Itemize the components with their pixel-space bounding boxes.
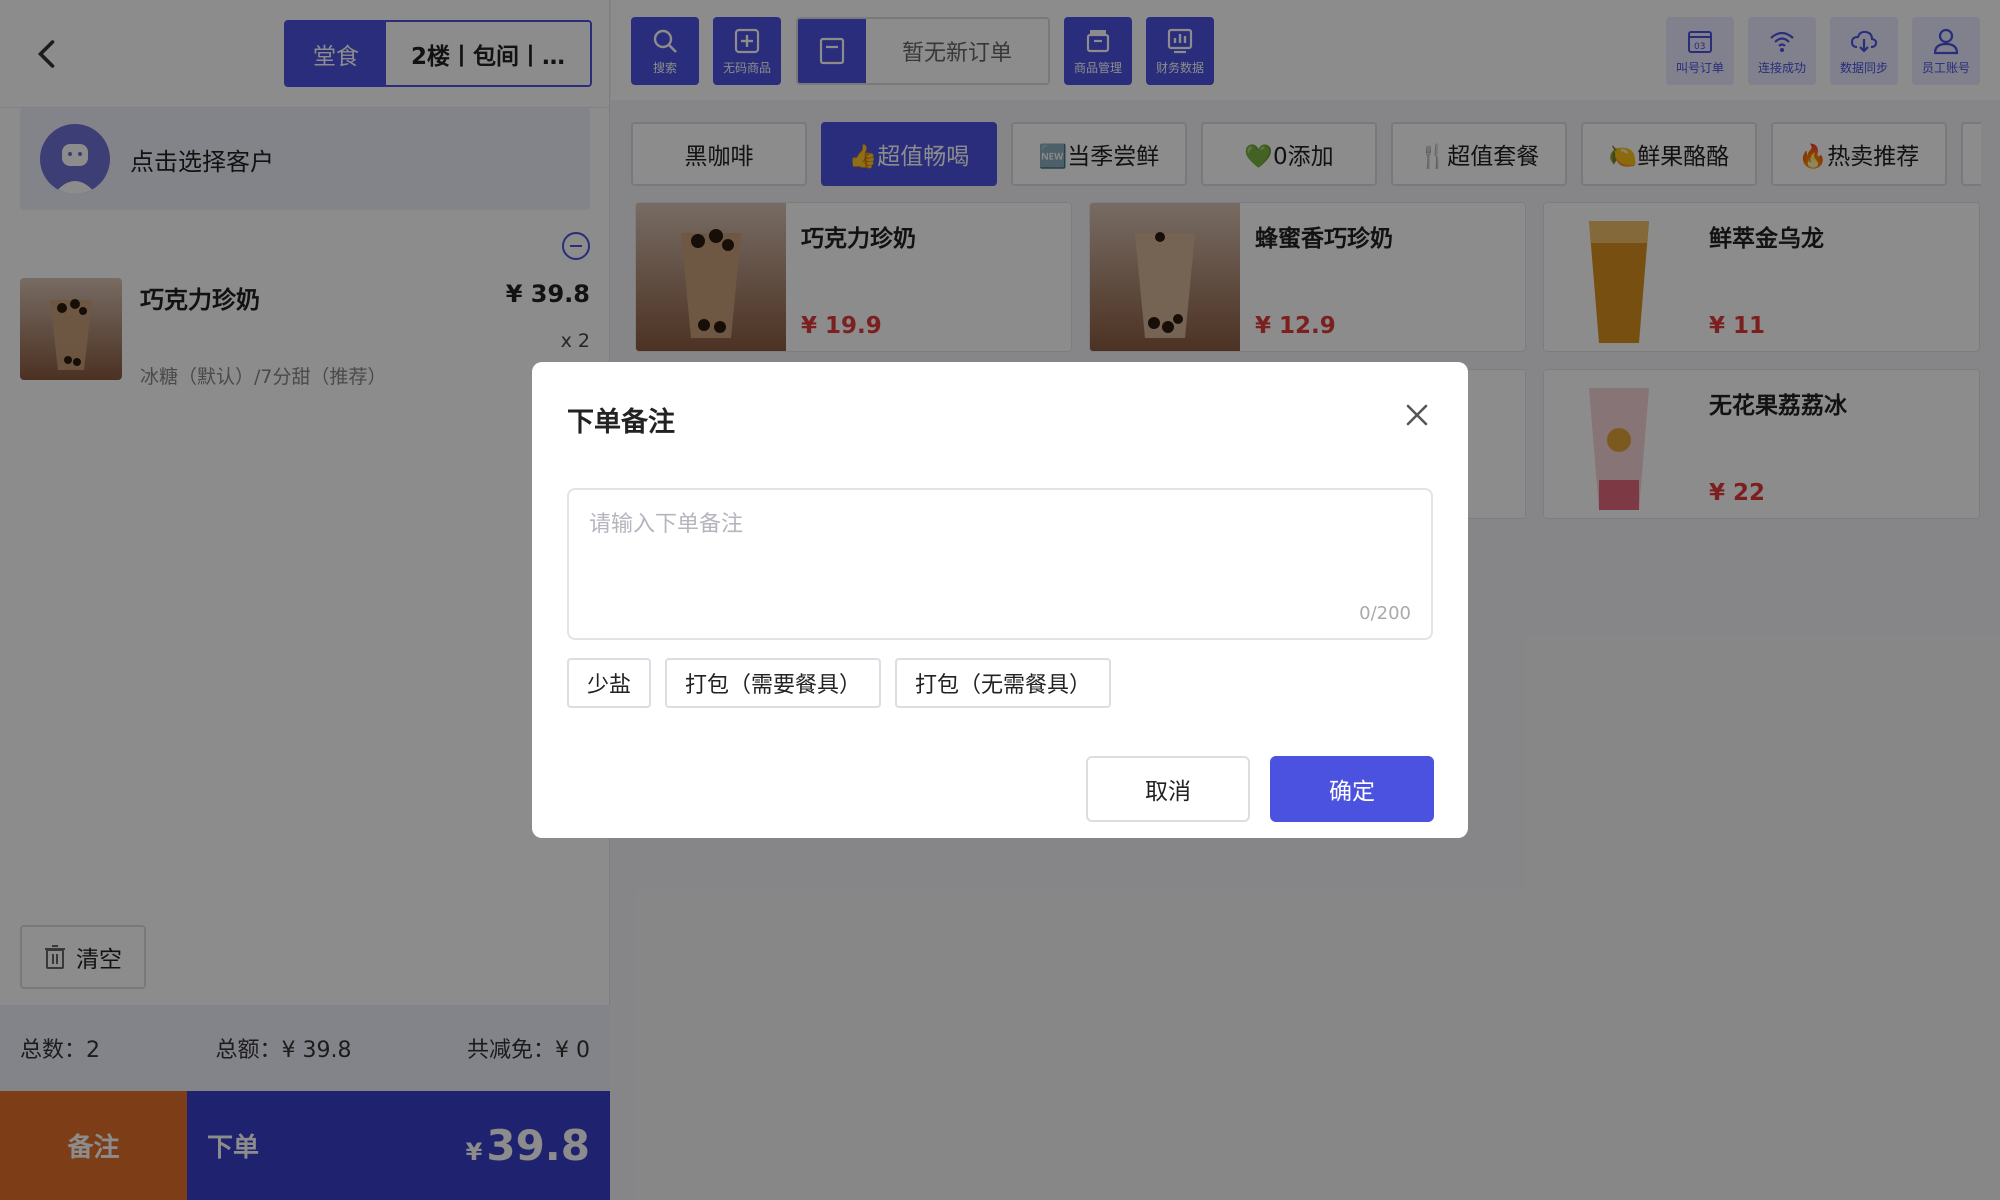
remark-input[interactable] xyxy=(569,490,1431,638)
close-icon[interactable] xyxy=(1402,400,1432,430)
order-remark-dialog: 下单备注 0/200 少盐 打包（需要餐具） 打包（无需餐具） 取消 确定 xyxy=(532,362,1468,838)
dialog-title: 下单备注 xyxy=(567,407,675,438)
cancel-button[interactable]: 取消 xyxy=(1086,756,1250,822)
char-counter: 0/200 xyxy=(1359,603,1411,624)
quick-remark-tags: 少盐 打包（需要餐具） 打包（无需餐具） xyxy=(567,658,1112,708)
confirm-button[interactable]: 确定 xyxy=(1270,756,1434,822)
tag-takeaway-no-cutlery[interactable]: 打包（无需餐具） xyxy=(895,658,1112,708)
tag-less-salt[interactable]: 少盐 xyxy=(567,658,652,708)
remark-field-wrapper: 0/200 xyxy=(567,488,1433,640)
tag-takeaway-with-cutlery[interactable]: 打包（需要餐具） xyxy=(665,658,882,708)
